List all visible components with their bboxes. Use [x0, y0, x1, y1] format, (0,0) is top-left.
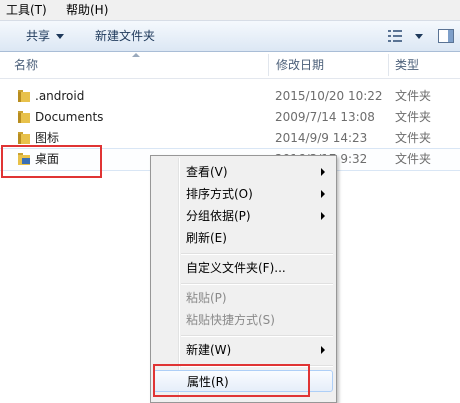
column-header-name[interactable]: 名称 — [14, 52, 38, 78]
file-date: 2009/7/14 13:08 — [275, 110, 375, 124]
column-divider[interactable] — [388, 54, 389, 76]
menu-item-sort-by[interactable]: 排序方式(O) — [153, 183, 333, 205]
column-divider[interactable] — [268, 54, 269, 76]
menu-item-label: 自定义文件夹(F)... — [186, 261, 286, 275]
file-name: Documents — [35, 110, 104, 124]
menu-item-paste: 粘贴(P) — [153, 287, 333, 309]
menu-item-customize-folder[interactable]: 自定义文件夹(F)... — [153, 257, 333, 279]
column-header-date[interactable]: 修改日期 — [276, 52, 324, 78]
menu-item-label: 粘贴快捷方式(S) — [186, 313, 275, 327]
file-type: 文件夹 — [395, 110, 432, 124]
folder-icon — [18, 111, 30, 123]
command-toolbar: 共享 新建文件夹 — [0, 21, 460, 52]
file-type: 文件夹 — [395, 131, 432, 145]
menu-help[interactable]: 帮助(H) — [66, 2, 108, 18]
file-date: 2014/9/9 14:23 — [275, 131, 368, 145]
view-chevron-down-icon[interactable] — [415, 34, 423, 39]
menu-item-properties[interactable]: 属性(R) — [153, 370, 333, 392]
submenu-arrow-icon — [321, 190, 325, 198]
column-header-type[interactable]: 类型 — [395, 52, 419, 78]
preview-pane-icon[interactable] — [438, 29, 454, 43]
file-name: 图标 — [35, 131, 60, 145]
menu-item-label: 属性(R) — [187, 375, 229, 389]
menu-separator — [181, 253, 333, 255]
menu-separator — [181, 365, 333, 367]
menu-item-paste-shortcut: 粘贴快捷方式(S) — [153, 309, 333, 331]
file-row-icons[interactable]: 图标 2014/9/9 14:23 文件夹 — [0, 128, 460, 149]
view-options-icon[interactable] — [388, 30, 402, 42]
submenu-arrow-icon — [321, 212, 325, 220]
context-menu: 查看(V) 排序方式(O) 分组依据(P) 刷新(E) 自定义文件夹(F)...… — [150, 155, 337, 403]
menu-item-new[interactable]: 新建(W) — [153, 339, 333, 361]
menu-item-label: 分组依据(P) — [186, 209, 251, 223]
menu-item-label: 刷新(E) — [186, 231, 227, 245]
file-row-android[interactable]: .android 2015/10/20 10:22 文件夹 — [0, 86, 460, 107]
menu-separator — [181, 335, 333, 337]
file-date: 2015/10/20 10:22 — [275, 89, 383, 103]
submenu-arrow-icon — [321, 168, 325, 176]
menu-item-label: 查看(V) — [186, 165, 228, 179]
share-label: 共享 — [26, 29, 51, 43]
submenu-arrow-icon — [321, 346, 325, 354]
file-row-documents[interactable]: Documents 2009/7/14 13:08 文件夹 — [0, 107, 460, 128]
file-name: .android — [35, 89, 85, 103]
menu-item-label: 新建(W) — [186, 343, 232, 357]
file-type: 文件夹 — [395, 152, 432, 166]
menu-item-group-by[interactable]: 分组依据(P) — [153, 205, 333, 227]
menu-item-label: 排序方式(O) — [186, 187, 253, 201]
column-headers: 名称 修改日期 类型 — [0, 52, 460, 79]
menu-bar: 工具(T) 帮助(H) — [0, 0, 460, 21]
folder-icon — [18, 132, 30, 144]
folder-icon — [18, 90, 30, 102]
file-name: 桌面 — [35, 152, 60, 166]
sort-ascending-icon — [132, 53, 140, 57]
menu-item-view[interactable]: 查看(V) — [153, 161, 333, 183]
chevron-down-icon — [56, 34, 65, 39]
desktop-folder-icon — [18, 153, 30, 165]
menu-item-refresh[interactable]: 刷新(E) — [153, 227, 333, 249]
new-folder-button[interactable]: 新建文件夹 — [95, 28, 155, 44]
menu-item-label: 粘贴(P) — [186, 291, 227, 305]
menu-separator — [181, 283, 333, 285]
share-button[interactable]: 共享 — [26, 28, 65, 44]
file-type: 文件夹 — [395, 89, 432, 103]
menu-tools[interactable]: 工具(T) — [6, 2, 47, 18]
